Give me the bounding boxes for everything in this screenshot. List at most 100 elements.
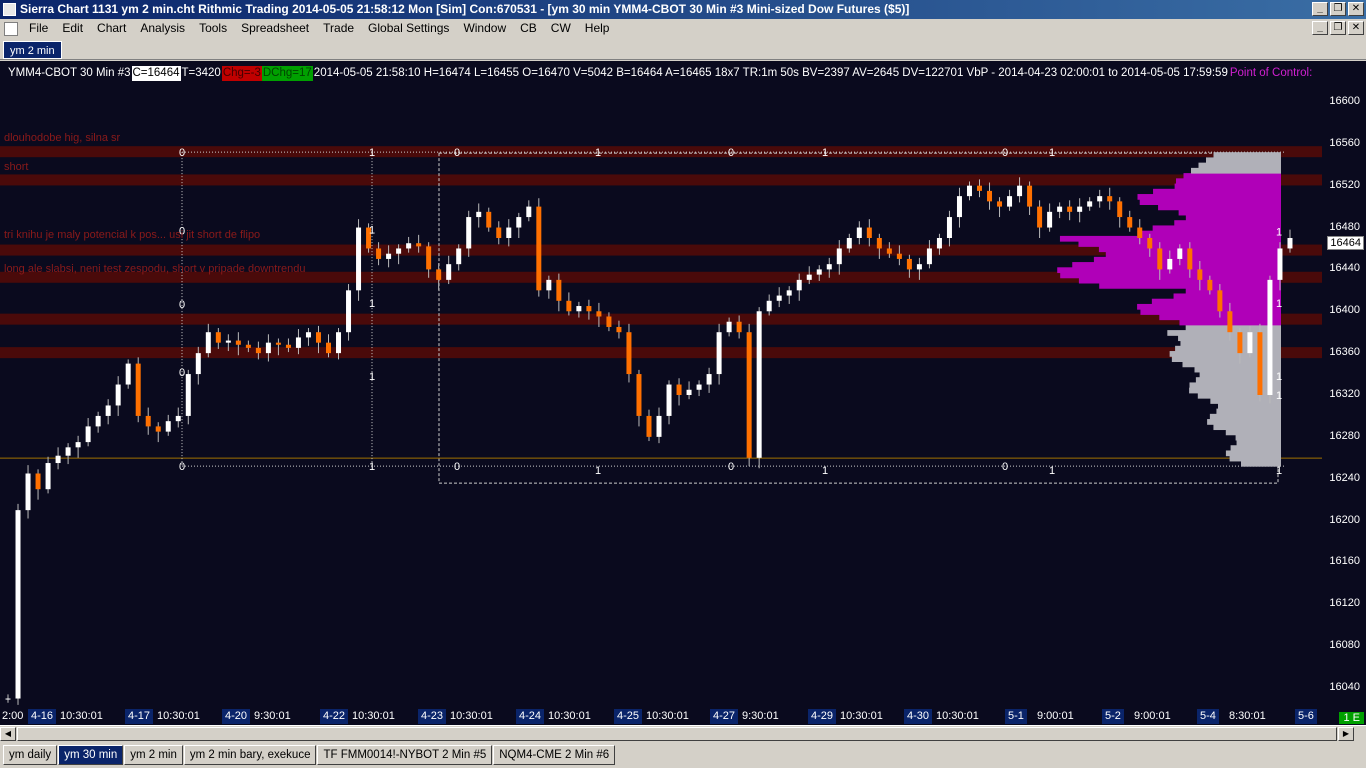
- candle-body: [55, 455, 61, 464]
- candle-body: [235, 340, 241, 345]
- price-tick-label: 16280: [1329, 429, 1360, 442]
- price-level-band: [0, 174, 1322, 186]
- volume-profile-bar: [1217, 403, 1281, 410]
- candle-body: [466, 217, 472, 249]
- price-tick-label: 16600: [1329, 94, 1360, 107]
- tab-ym-2-min[interactable]: ym 2 min: [3, 41, 62, 59]
- time-axis[interactable]: 1 E 2:00 4-16 10:30:01 4-17 10:30:01 4-20 9:30…: [0, 709, 1366, 725]
- candle-body: [526, 206, 532, 218]
- bottom-tab-2[interactable]: ym 2 min: [124, 745, 183, 765]
- candle-body: [626, 332, 632, 375]
- candle-body: [5, 698, 11, 700]
- volume-profile-bar: [1158, 204, 1281, 211]
- candle-body: [1007, 196, 1013, 207]
- bottom-tab-4[interactable]: TF FMM0014!-NYBOT 2 Min #5: [317, 745, 493, 765]
- menu-analysis[interactable]: Analysis: [133, 19, 192, 38]
- price-level-band: [0, 313, 1322, 325]
- candle-body: [936, 238, 942, 249]
- candle-body: [866, 227, 872, 238]
- mdi-minimize-button[interactable]: _: [1312, 21, 1328, 35]
- candle-body: [636, 374, 642, 416]
- menu-chart[interactable]: Chart: [90, 19, 133, 38]
- menu-tools[interactable]: Tools: [192, 19, 234, 38]
- volume-profile-bar: [1137, 230, 1281, 237]
- restore-button[interactable]: ❐: [1330, 2, 1346, 16]
- volume-profile-bar: [1206, 157, 1281, 164]
- mdi-restore-button[interactable]: ❐: [1330, 21, 1346, 35]
- candle-body: [726, 321, 732, 333]
- candle-body: [1157, 248, 1163, 270]
- candle-body: [896, 253, 902, 259]
- candle-body: [806, 274, 812, 280]
- chart-area[interactable]: 010101010101010101010111111 YMM4-CBOT 30…: [0, 61, 1366, 725]
- app-icon: [3, 3, 16, 16]
- time-axis-time: 2:00: [2, 710, 24, 722]
- range-marker-label: 0: [1002, 461, 1008, 473]
- time-axis-time: 9:00:01: [1037, 710, 1074, 722]
- close-button[interactable]: ✕: [1348, 2, 1364, 16]
- scroll-right-icon[interactable]: ▶: [1338, 727, 1354, 741]
- candle-body: [997, 201, 1003, 207]
- candle-body: [426, 246, 432, 270]
- candle-body: [946, 217, 952, 238]
- candle-body: [1247, 332, 1253, 354]
- candle-body: [596, 311, 602, 317]
- document-icon[interactable]: [4, 21, 18, 36]
- annotation-4: long ale slabsi, neni test zespodu, shor…: [4, 263, 306, 275]
- menu-window[interactable]: Window: [456, 19, 513, 38]
- candle-body: [185, 374, 191, 416]
- menu-spreadsheet[interactable]: Spreadsheet: [234, 19, 316, 38]
- candle-body: [65, 447, 71, 456]
- time-axis-date: 4-22: [320, 709, 349, 724]
- volume-profile-bar: [1191, 167, 1281, 174]
- volume-profile-bar: [1207, 419, 1281, 425]
- last-price-label: 16464: [1327, 236, 1364, 251]
- candle-body: [977, 185, 983, 191]
- menu-edit[interactable]: Edit: [55, 19, 90, 38]
- bottom-tab-5[interactable]: NQM4-CME 2 Min #6: [493, 745, 616, 765]
- menu-file[interactable]: File: [22, 19, 55, 38]
- volume-profile-bar: [1225, 450, 1281, 457]
- menu-global-settings[interactable]: Global Settings: [361, 19, 456, 38]
- time-axis-date: 4-25: [614, 709, 643, 724]
- range-marker-label: 1: [369, 371, 375, 383]
- price-tick-label: 16240: [1329, 471, 1360, 484]
- range-marker-label: 0: [728, 461, 734, 473]
- candle-body: [275, 342, 281, 345]
- time-axis-date: 4-30: [904, 709, 933, 724]
- candle-body: [406, 243, 412, 249]
- time-axis-time: 10:30:01: [450, 710, 493, 722]
- menu-trade[interactable]: Trade: [316, 19, 361, 38]
- bottom-tab-0[interactable]: ym daily: [3, 745, 58, 765]
- candle-body: [1127, 217, 1133, 228]
- range-marker-label: 1: [595, 147, 601, 159]
- price-axis[interactable]: 16600 16560 16520 16480 16440 16400 16360 16320…: [1324, 81, 1366, 709]
- candle-body: [175, 415, 181, 422]
- candle-body: [195, 353, 201, 375]
- candle-body: [1187, 248, 1193, 270]
- volume-profile-bar: [1169, 351, 1281, 357]
- menu-cb[interactable]: CB: [513, 19, 544, 38]
- time-axis-date: 4-24: [516, 709, 545, 724]
- candle-body: [1177, 248, 1183, 259]
- volume-profile-bar: [1189, 382, 1281, 389]
- scrollbar-thumb[interactable]: [17, 727, 1337, 741]
- candle-body: [115, 384, 121, 406]
- candle-body: [1227, 311, 1233, 333]
- menu-cw[interactable]: CW: [544, 19, 578, 38]
- volume-profile-bar: [1059, 235, 1281, 242]
- price-chart-svg[interactable]: 0 1 0 1 0 1 0 10 1 0 1 0 1 0 10 10 10 111111: [0, 61, 1366, 725]
- bottom-tab-1[interactable]: ym 30 min: [58, 745, 124, 765]
- volume-profile-bar: [1174, 220, 1281, 226]
- menu-help[interactable]: Help: [578, 19, 617, 38]
- mdi-close-button[interactable]: ✕: [1348, 21, 1364, 35]
- time-axis-time: 10:30:01: [60, 710, 103, 722]
- window-title: Sierra Chart 1131 ym 2 min.cht Rithmic T…: [20, 2, 910, 16]
- candle-body: [456, 248, 462, 265]
- candle-body: [305, 332, 311, 338]
- range-marker-label: 1: [1049, 465, 1055, 477]
- horizontal-scrollbar[interactable]: ◀ ▶: [0, 725, 1366, 742]
- minimize-button[interactable]: _: [1312, 2, 1328, 16]
- bottom-tab-3[interactable]: ym 2 min bary, exekuce: [183, 745, 317, 765]
- scroll-left-icon[interactable]: ◀: [0, 727, 16, 741]
